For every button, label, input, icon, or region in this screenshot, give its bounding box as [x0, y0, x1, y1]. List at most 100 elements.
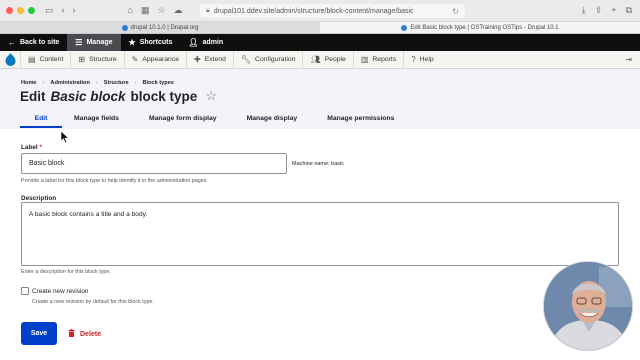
- grid-icon[interactable]: ▦: [141, 6, 150, 15]
- user-icon: 👤︎: [188, 38, 199, 47]
- create-revision-help-text: Create a new revision by default for thi…: [32, 299, 154, 305]
- tab-manage-permissions[interactable]: Manage permissions: [327, 115, 394, 127]
- label-field-title: Label *: [21, 144, 42, 151]
- reload-icon[interactable]: ↻: [452, 7, 459, 16]
- menu-item-help[interactable]: ? Help: [403, 50, 440, 69]
- description-field-title: Description: [21, 195, 57, 202]
- sidebar-icon[interactable]: ▭: [45, 6, 54, 15]
- delete-label: Delete: [80, 330, 102, 338]
- delete-link[interactable]: Delete: [68, 329, 101, 339]
- user-toolbar-tab[interactable]: 👤︎ admin: [180, 34, 231, 51]
- puzzle-icon: ✚: [194, 55, 201, 64]
- browser-tab-edit-block-type[interactable]: Edit Basic block type | OSTraining OSTip…: [320, 22, 640, 33]
- breadcrumb-home[interactable]: Home: [21, 80, 37, 86]
- breadcrumb: Home › Administration › Structure › Bloc…: [21, 80, 174, 86]
- forward-arrow-icon[interactable]: ›: [73, 6, 76, 15]
- shortcuts-toolbar-tab[interactable]: ★ Shortcuts: [121, 34, 181, 51]
- maximize-window-button[interactable]: [28, 7, 35, 14]
- manage-label: Manage: [86, 39, 113, 46]
- tab-edit[interactable]: Edit: [20, 115, 62, 128]
- required-marker: *: [39, 144, 42, 151]
- page-title-emphasis: Basic block: [50, 88, 126, 104]
- menu-item-label: Extend: [204, 56, 226, 63]
- back-to-site-link[interactable]: ← Back to site: [0, 34, 67, 51]
- create-revision-checkbox[interactable]: [21, 287, 29, 295]
- label-input-value: Basic block: [29, 160, 65, 167]
- hamburger-menu-icon: ☰: [75, 38, 83, 47]
- browser-tab-label: Edit Basic block type | OSTraining OSTip…: [410, 24, 559, 31]
- menu-item-appearance[interactable]: ✎ Appearance: [123, 50, 186, 69]
- breadcrumb-administration[interactable]: Administration: [50, 80, 89, 86]
- user-label: admin: [202, 39, 224, 46]
- menu-item-label: Content: [39, 56, 64, 63]
- download-icon[interactable]: ⤓: [582, 5, 586, 16]
- menu-item-content[interactable]: ▤ Content: [20, 50, 70, 69]
- page-header: Home › Administration › Structure › Bloc…: [0, 69, 640, 129]
- tab-overview-icon[interactable]: ⧉: [626, 5, 632, 16]
- breadcrumb-block-types[interactable]: Block types: [143, 80, 174, 86]
- back-arrow-icon[interactable]: ‹: [62, 6, 65, 15]
- primary-tabs: Edit Manage fields Manage form display M…: [20, 115, 424, 128]
- tab-manage-display[interactable]: Manage display: [247, 115, 298, 127]
- block-type-form: Label * Basic block Machine name: basic …: [0, 129, 640, 360]
- mouse-pointer-icon: [60, 130, 70, 147]
- tab-manage-fields[interactable]: Manage fields: [74, 115, 119, 127]
- structure-icon: ⊞: [78, 55, 86, 64]
- wrench-icon: 🔧︎: [240, 55, 252, 64]
- address-bar[interactable]: 🔒︎ drupal101.ddev.site/admin/structure/b…: [200, 4, 465, 18]
- save-button[interactable]: Save: [21, 322, 57, 345]
- address-bar-url: drupal101.ddev.site/admin/structure/bloc…: [213, 7, 414, 15]
- chart-icon: ▥: [360, 55, 369, 64]
- menu-item-label: Structure: [89, 56, 117, 63]
- trash-icon: [68, 329, 75, 339]
- menu-item-label: People: [324, 56, 346, 63]
- create-revision-label[interactable]: Create new revision: [32, 288, 88, 295]
- browser-tab-label: drupal 10.1.0 | Drupal.org: [130, 24, 199, 31]
- manage-toolbar-tab[interactable]: ☰ Manage: [67, 34, 121, 51]
- menu-item-configuration[interactable]: 🔧︎ Configuration: [232, 50, 303, 69]
- label-input[interactable]: Basic block: [21, 153, 287, 174]
- back-to-site-label: Back to site: [20, 39, 60, 46]
- drupal-favicon-icon: [401, 24, 408, 31]
- tray-orientation-icon[interactable]: ⇥: [625, 55, 640, 64]
- admin-toolbar: ← Back to site ☰ Manage ★ Shortcuts 👤︎ a…: [0, 34, 640, 51]
- window-controls: [6, 7, 35, 14]
- breadcrumb-separator: ›: [95, 80, 98, 86]
- home-icon[interactable]: ⌂: [128, 6, 133, 15]
- page-title: Edit Basic block block type ☆: [20, 88, 217, 104]
- minimize-window-button[interactable]: [17, 7, 24, 14]
- menu-item-label: Reports: [372, 56, 397, 63]
- cloud-icon[interactable]: ☁: [174, 6, 183, 15]
- menu-item-reports[interactable]: ▥ Reports: [352, 50, 403, 69]
- share-icon[interactable]: ⇪: [595, 5, 603, 16]
- close-window-button[interactable]: [6, 7, 13, 14]
- admin-menu-tray: ▤ Content ⊞ Structure ✎ Appearance ✚ Ext…: [0, 50, 640, 69]
- machine-name: Machine name: basic: [292, 161, 344, 167]
- help-icon: ?: [411, 55, 416, 64]
- tab-manage-form-display[interactable]: Manage form display: [149, 115, 217, 127]
- breadcrumb-separator: ›: [42, 80, 45, 86]
- description-textarea[interactable]: A basic block contains a title and a bod…: [21, 202, 619, 266]
- menu-item-extend[interactable]: ✚ Extend: [186, 50, 233, 69]
- menu-item-people[interactable]: 👥︎ People: [302, 50, 352, 69]
- description-help-text: Enter a description for this block type.: [21, 269, 111, 275]
- browser-tabs: drupal 10.1.0 | Drupal.org Edit Basic bl…: [0, 22, 640, 34]
- breadcrumb-structure[interactable]: Structure: [104, 80, 129, 86]
- breadcrumb-separator: ›: [134, 80, 137, 86]
- label-field-title-text: Label: [21, 144, 38, 151]
- browser-tab-drupal-org[interactable]: drupal 10.1.0 | Drupal.org: [0, 22, 320, 33]
- lock-icon: 🔒︎: [206, 7, 210, 14]
- document-icon: ▤: [28, 55, 36, 64]
- new-tab-icon[interactable]: +: [611, 5, 616, 16]
- drupal-favicon-icon: [121, 24, 128, 31]
- browser-toolbar: ▭ ‹ › ⌂ ▦ ☆ ☁ 🔒︎ drupal101.ddev.site/adm…: [0, 0, 640, 22]
- page-title-suffix: block type: [130, 88, 198, 104]
- menu-item-structure[interactable]: ⊞ Structure: [70, 50, 123, 69]
- label-help-text: Provide a label for this block type to h…: [21, 178, 208, 184]
- paint-brush-icon: ✎: [131, 55, 139, 64]
- page-title-prefix: Edit: [20, 88, 46, 104]
- people-icon: 👥︎: [310, 55, 321, 64]
- add-shortcut-star-icon[interactable]: ☆: [205, 88, 217, 104]
- drupal-logo-icon[interactable]: [0, 51, 20, 69]
- bookmark-star-icon[interactable]: ☆: [157, 6, 165, 15]
